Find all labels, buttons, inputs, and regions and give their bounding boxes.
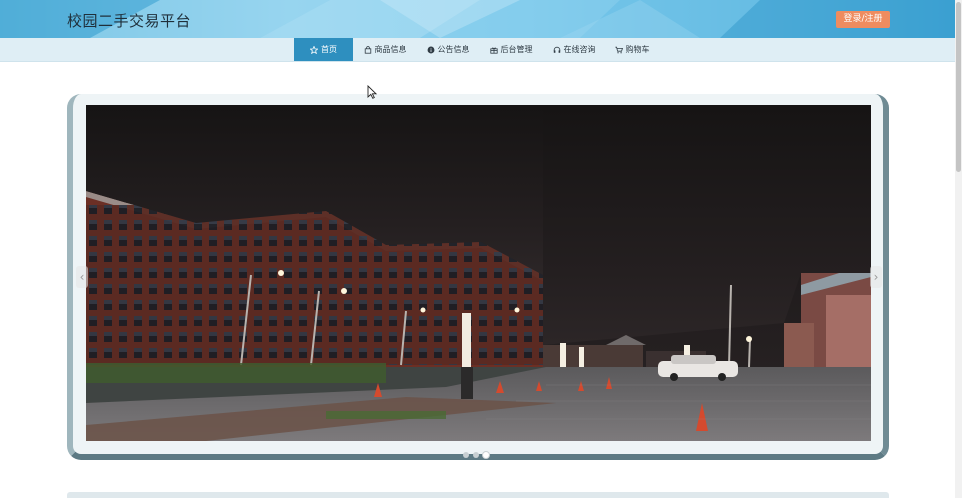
carousel-dot[interactable] <box>463 452 469 458</box>
nav-item-announcements[interactable]: 公告信息 <box>421 38 475 61</box>
nav-item-home[interactable]: 首页 <box>294 38 353 61</box>
nav-item-admin[interactable]: 后台管理 <box>483 38 539 61</box>
nav-item-cart[interactable]: 购物车 <box>609 38 655 61</box>
nav-item-label: 商品信息 <box>374 45 407 54</box>
carousel-slide-image[interactable] <box>86 105 871 441</box>
gift-icon <box>489 46 498 54</box>
site-header: 校园二手交易平台 登录/注册 <box>0 0 962 38</box>
bag-icon <box>364 45 371 54</box>
site-title: 校园二手交易平台 <box>67 12 192 30</box>
main-nav: 首页 商品信息 公告信息 后台管理 在线咨询 购物车 <box>0 38 962 62</box>
nav-item-label: 购物车 <box>625 45 650 54</box>
cart-icon <box>614 46 623 53</box>
carousel-dot[interactable] <box>473 452 479 458</box>
carousel-dot-active[interactable] <box>483 452 489 458</box>
campus-night-photo <box>86 105 871 441</box>
page-scrollbar-thumb[interactable] <box>956 2 961 172</box>
nav-item-label: 首页 <box>321 45 337 54</box>
nav-item-products[interactable]: 商品信息 <box>358 38 412 61</box>
carousel-prev-arrow[interactable]: ‹ <box>76 266 88 288</box>
headset-icon <box>553 46 560 53</box>
star-icon <box>310 45 318 54</box>
carousel-indicators <box>463 452 489 458</box>
carousel-next-arrow[interactable]: › <box>870 266 882 288</box>
info-icon <box>427 46 434 53</box>
next-section-edge <box>67 492 889 498</box>
nav-item-label: 后台管理 <box>500 45 533 54</box>
nav-item-label: 在线咨询 <box>563 45 596 54</box>
login-register-button[interactable]: 登录/注册 <box>836 11 890 28</box>
nav-item-label: 公告信息 <box>437 45 470 54</box>
mouse-cursor-icon <box>367 85 377 99</box>
nav-item-consult[interactable]: 在线咨询 <box>546 38 602 61</box>
